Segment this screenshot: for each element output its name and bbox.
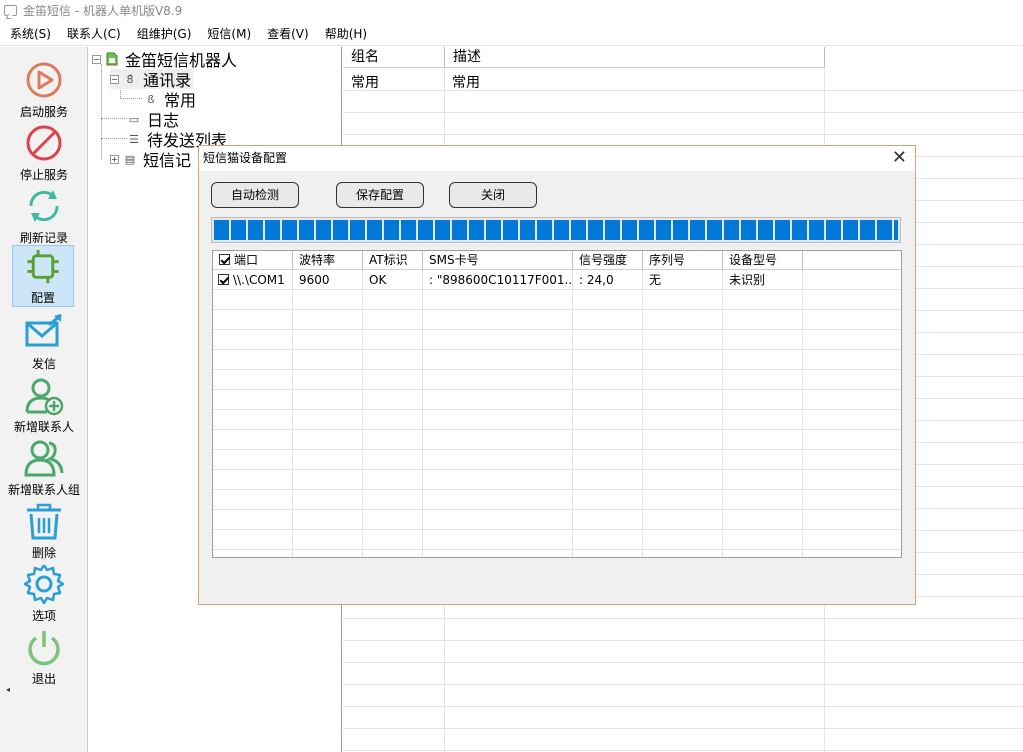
device-serial-cell[interactable]: 无: [649, 271, 721, 290]
menu-group[interactable]: 组维护(G): [137, 25, 192, 42]
group-icon: ß: [147, 92, 155, 106]
close-button[interactable]: 关闭: [449, 182, 537, 208]
tool-label: 新增联系人: [13, 420, 74, 434]
start-service-button[interactable]: 启动服务: [4, 59, 84, 122]
trash-icon: [27, 503, 61, 540]
device-table-header: 端口 波特率 AT标识 SMS卡号 信号强度 序列号 设备型号: [213, 251, 901, 270]
window-titlebar: 金笛短信 - 机器人单机版V8.9: [0, 0, 1023, 20]
device-table: 端口 波特率 AT标识 SMS卡号 信号强度 序列号 设备型号 \\.\COM1…: [212, 250, 902, 558]
tool-label: 发信: [31, 357, 56, 371]
column-header-sms-card[interactable]: SMS卡号: [423, 251, 573, 270]
tree-item-label: 短信记: [143, 151, 192, 170]
column-header-baud[interactable]: 波特率: [293, 251, 363, 270]
device-model-cell[interactable]: 未识别: [729, 271, 801, 290]
collapse-icon[interactable]: −: [92, 54, 101, 64]
column-header-signal[interactable]: 信号强度: [573, 251, 643, 270]
tree-item-log[interactable]: ▭ 日志: [127, 109, 179, 130]
tool-label: 刷新记录: [19, 231, 68, 245]
progress-fill: [214, 220, 898, 240]
menu-help[interactable]: 帮助(H): [325, 25, 367, 42]
menu-sms[interactable]: 短信(M): [207, 25, 251, 42]
play-icon: [26, 62, 62, 98]
tool-label: 选项: [31, 609, 56, 623]
column-header-port[interactable]: 端口: [213, 251, 293, 270]
chip-config-icon: [27, 249, 59, 284]
scroll-left-icon[interactable]: ◂: [6, 685, 10, 694]
row-checkbox[interactable]: [218, 274, 229, 285]
column-header-description[interactable]: 描述: [445, 47, 825, 68]
config-button[interactable]: 配置: [12, 245, 74, 307]
collapse-icon[interactable]: −: [110, 74, 119, 84]
stop-service-button[interactable]: 停止服务: [4, 122, 84, 185]
device-config-dialog: 短信猫设备配置 ✕ 自动检测 保存配置 关闭 端口 波特率 AT标识 SMS卡号…: [198, 145, 916, 605]
group-name-cell[interactable]: 常用: [351, 72, 379, 92]
exit-button[interactable]: 退出: [4, 626, 84, 689]
tool-label: 退出: [31, 672, 56, 686]
window-title: 金笛短信 - 机器人单机版V8.9: [23, 3, 183, 18]
tool-label: 删除: [31, 546, 56, 560]
column-header-group-name[interactable]: 组名: [343, 47, 445, 68]
tree-item-common-group[interactable]: ß 常用: [144, 89, 196, 110]
calendar-icon: ▭: [128, 112, 140, 126]
power-icon: [28, 631, 60, 666]
group-grid-header: 组名 描述: [343, 47, 825, 68]
stop-icon: [26, 125, 62, 161]
device-port-cell[interactable]: \\.\COM1: [218, 271, 292, 290]
menu-contacts[interactable]: 联系人(C): [67, 25, 121, 42]
device-at-cell[interactable]: OK: [369, 271, 421, 290]
dialog-titlebar: 短信猫设备配置 ✕: [199, 146, 915, 171]
gear-icon: [23, 565, 65, 605]
refresh-icon: [29, 190, 59, 222]
save-config-button[interactable]: 保存配置: [336, 182, 424, 208]
list-icon: ☰: [129, 132, 139, 146]
auto-detect-button[interactable]: 自动检测: [211, 182, 299, 208]
left-toolbar: 启动服务 停止服务 刷新记录 配置 发信 新增联系人 新增联系人组 删除 选项 …: [0, 47, 88, 752]
select-all-checkbox[interactable]: [219, 254, 230, 265]
refresh-button[interactable]: 刷新记录: [4, 185, 84, 248]
sim-card-icon: [105, 52, 119, 66]
tree-item-contacts[interactable]: − 8̂ 通讯录: [110, 69, 194, 90]
close-icon[interactable]: ✕: [892, 148, 907, 168]
add-contact-button[interactable]: 新增联系人: [4, 374, 84, 437]
tool-label: 停止服务: [19, 168, 68, 182]
dialog-title: 短信猫设备配置: [203, 151, 288, 165]
expand-icon[interactable]: +: [110, 154, 119, 164]
delete-button[interactable]: 删除: [4, 500, 84, 563]
add-group-icon: [24, 440, 64, 477]
group-description-cell[interactable]: 常用: [452, 72, 480, 92]
menu-bar: 系统(S) 联系人(C) 组维护(G) 短信(M) 查看(V) 帮助(H): [0, 22, 1023, 46]
tree-root[interactable]: − 金笛短信机器人: [92, 49, 237, 70]
device-signal-cell[interactable]: : 24,0: [579, 271, 641, 290]
send-message-button[interactable]: 发信: [4, 311, 84, 374]
column-header-serial[interactable]: 序列号: [643, 251, 723, 270]
tool-label: 启动服务: [19, 105, 68, 119]
contacts-icon: 8̂: [126, 72, 134, 86]
device-grid-lines: [213, 270, 901, 557]
options-button[interactable]: 选项: [4, 563, 84, 626]
add-contact-group-button[interactable]: 新增联系人组: [2, 437, 86, 500]
tree-item-sms-records[interactable]: + ▤ 短信记: [110, 149, 192, 170]
menu-system[interactable]: 系统(S): [10, 25, 51, 42]
column-header-at[interactable]: AT标识: [363, 251, 423, 270]
tool-label: 新增联系人组: [7, 483, 80, 497]
device-sms-card-cell[interactable]: : "898600C10117F001...: [429, 271, 571, 290]
column-header-model[interactable]: 设备型号: [723, 251, 803, 270]
menu-view[interactable]: 查看(V): [267, 25, 309, 42]
tool-label: 配置: [30, 291, 55, 305]
send-mail-icon: [25, 313, 62, 347]
device-baud-cell[interactable]: 9600: [299, 271, 361, 290]
detect-progress-bar: [211, 217, 901, 243]
app-chat-icon: [4, 4, 17, 16]
add-contact-icon: [25, 378, 64, 416]
records-icon: ▤: [124, 152, 136, 166]
